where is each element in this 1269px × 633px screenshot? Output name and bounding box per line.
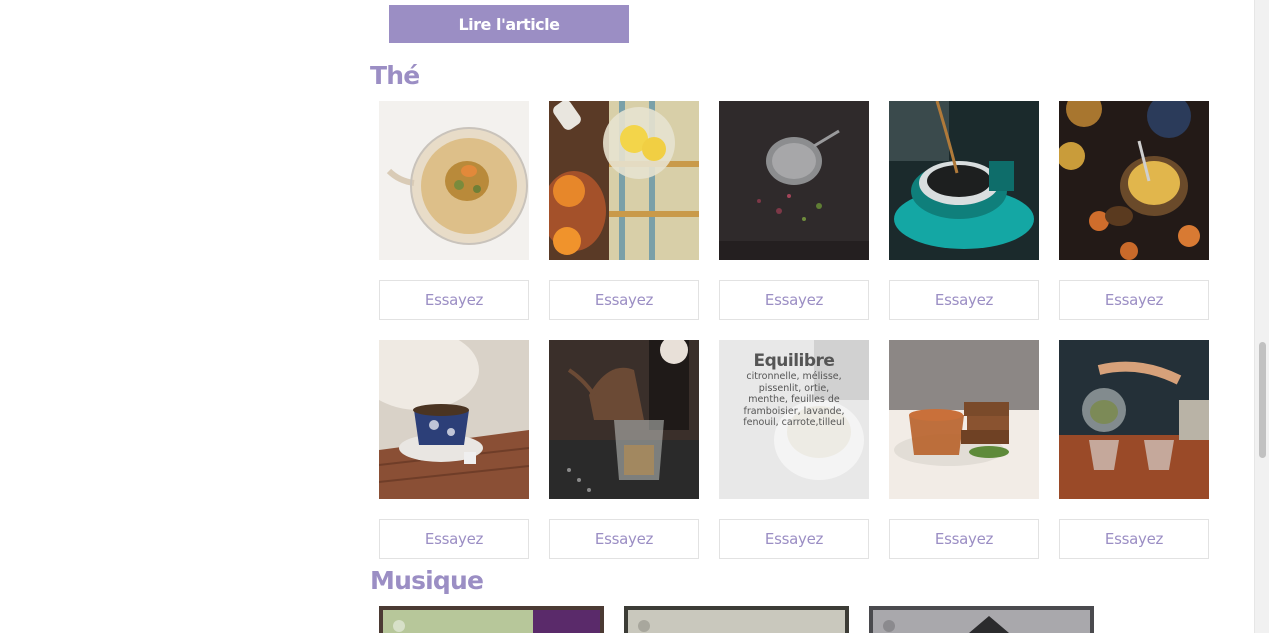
- tea-photo-blue-teacup[interactable]: [379, 340, 529, 499]
- tea-photo-strainer[interactable]: [719, 101, 869, 260]
- try-button[interactable]: Essayez: [379, 519, 529, 559]
- music-card[interactable]: [379, 606, 604, 633]
- equilibre-ingredients: citronnelle, mélisse, pissenlit, ortie, …: [743, 371, 845, 429]
- equilibre-overlay: Equilibre citronnelle, mélisse, pissenli…: [719, 340, 869, 499]
- try-button[interactable]: Essayez: [1059, 519, 1209, 559]
- try-button[interactable]: Essayez: [719, 519, 869, 559]
- try-button[interactable]: Essayez: [1059, 280, 1209, 320]
- try-button[interactable]: Essayez: [549, 519, 699, 559]
- try-button[interactable]: Essayez: [889, 280, 1039, 320]
- try-button[interactable]: Essayez: [889, 519, 1039, 559]
- tea-photo-kettle-glass[interactable]: [549, 340, 699, 499]
- try-button[interactable]: Essayez: [549, 280, 699, 320]
- tea-photo-flower-teapot[interactable]: [379, 101, 529, 260]
- tea-photo-glass-teapot[interactable]: [1059, 340, 1209, 499]
- tea-photo-teal-cup[interactable]: [889, 101, 1039, 260]
- read-article-button[interactable]: Lire l'article: [389, 5, 629, 43]
- music-card[interactable]: [624, 606, 849, 633]
- scrollbar-thumb[interactable]: [1259, 342, 1266, 458]
- try-button[interactable]: Essayez: [719, 280, 869, 320]
- equilibre-title: Equilibre: [753, 351, 835, 371]
- tea-photo-equilibre[interactable]: Equilibre citronnelle, mélisse, pissenli…: [719, 340, 869, 499]
- tea-photo-lemon-honey[interactable]: [549, 101, 699, 260]
- section-title-music: Musique: [370, 566, 484, 595]
- try-button[interactable]: Essayez: [379, 280, 529, 320]
- tea-photo-table-spread[interactable]: [1059, 101, 1209, 260]
- page-scrollbar[interactable]: [1254, 0, 1269, 633]
- tea-photo-tea-cake[interactable]: [889, 340, 1039, 499]
- section-title-tea: Thé: [370, 61, 420, 90]
- music-card[interactable]: [869, 606, 1094, 633]
